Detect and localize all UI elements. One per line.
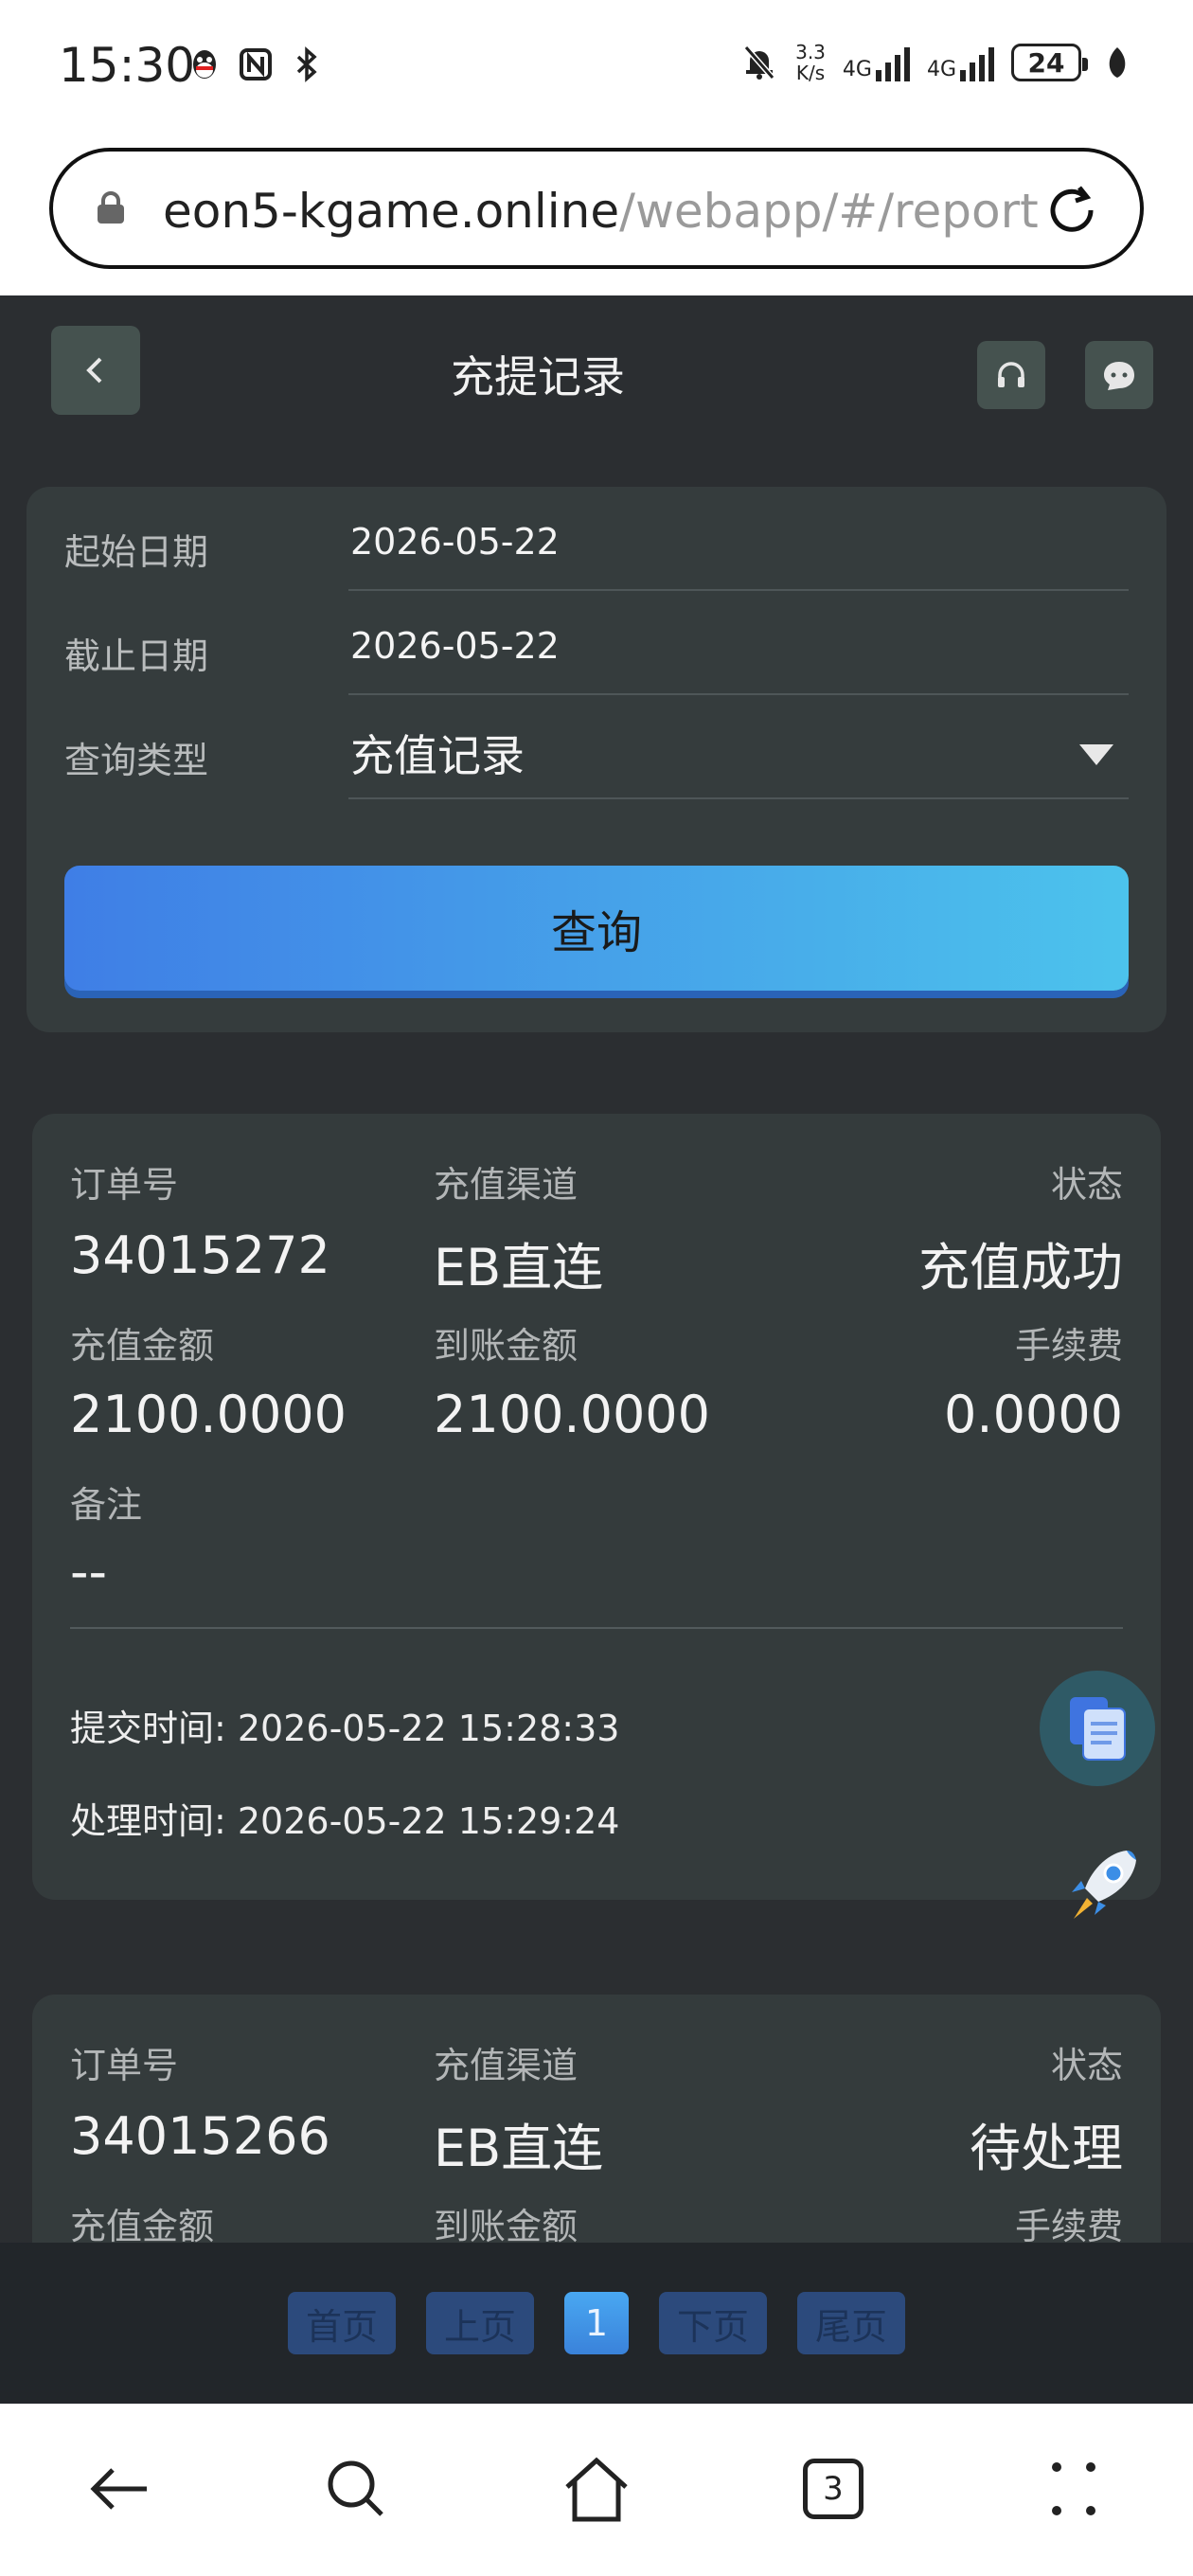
start-date-row: 起始日期 2026-05-22: [64, 487, 1129, 591]
url-host: eon5-kgame.online: [163, 184, 620, 239]
received-label: 到账金额: [434, 1325, 579, 1367]
status-time: 15:30: [59, 38, 196, 93]
url-text[interactable]: eon5-kgame.online/webapp/#/report: [163, 184, 1039, 239]
customer-service-button[interactable]: [977, 341, 1045, 409]
current-page[interactable]: 1: [564, 2292, 629, 2354]
channel-value: EB直连: [434, 1238, 604, 1297]
first-page-button[interactable]: 首页: [288, 2292, 396, 2354]
lock-icon: [98, 191, 124, 224]
rocket-button[interactable]: [1053, 1839, 1148, 1934]
bluetooth-icon: [288, 45, 326, 83]
net-speed: 3.3 K/s: [795, 42, 826, 83]
browser-bottom-nav: 3: [0, 2404, 1193, 2576]
order-number: 34015272: [70, 1225, 330, 1285]
mute-bell-icon: [740, 44, 778, 81]
query-button[interactable]: 查询: [64, 866, 1129, 991]
battery-icon: 24: [1011, 44, 1088, 81]
nfc-icon: [237, 45, 275, 83]
message-button[interactable]: [1085, 341, 1153, 409]
note-value: --: [70, 1542, 107, 1601]
record-card: 订单号 充值渠道 状态 34015272 EB直连 充值成功 充值金额 到账金额…: [32, 1114, 1161, 1900]
home-icon: [565, 2457, 628, 2522]
page-title: 充提记录: [451, 351, 625, 402]
home-nav-button[interactable]: [559, 2451, 634, 2527]
url-path: /webapp/#/report: [619, 184, 1039, 239]
copy-document-button[interactable]: [1040, 1671, 1155, 1786]
query-type-row: 查询类型 充值记录: [64, 695, 1129, 799]
app-content: 充提记录 起始日期 2026-05-22 截止日期 2026-05-22 查询类…: [0, 295, 1193, 2404]
channel-label: 充值渠道: [434, 2045, 579, 2086]
status-value: 充值成功: [918, 1238, 1123, 1297]
status-bar: 15:30 3.3 K/s 4G 4G 24: [0, 0, 1193, 137]
tabs-nav-button[interactable]: 3: [795, 2451, 871, 2527]
address-bar[interactable]: eon5-kgame.online/webapp/#/report: [49, 148, 1144, 269]
status-label: 状态: [1050, 1164, 1123, 1206]
document-icon: [1070, 1697, 1126, 1761]
status-left-icons: [186, 45, 326, 83]
top-nav: 充提记录: [0, 295, 1193, 447]
end-date-field[interactable]: 2026-05-22: [350, 625, 560, 667]
caret-down-icon[interactable]: [1079, 744, 1113, 765]
next-page-button[interactable]: 下页: [659, 2292, 767, 2354]
signal-bars-icon: [960, 44, 994, 81]
query-type-select[interactable]: 充值记录: [350, 722, 525, 784]
signal-2: 4G: [927, 44, 994, 81]
pagination: 首页 上页 1 下页 尾页: [0, 2243, 1193, 2404]
status-right-icons: 3.3 K/s 4G 4G 24: [740, 42, 1136, 83]
channel-value: EB直连: [434, 2119, 604, 2178]
net-speed-value: 3.3: [795, 41, 826, 63]
more-dots-icon: [1052, 2462, 1095, 2515]
process-time: 处理时间: 2026-05-22 15:29:24: [70, 1800, 620, 1842]
status-value: 待处理: [970, 2119, 1123, 2178]
submit-time: 提交时间: 2026-05-22 15:28:33: [70, 1708, 620, 1749]
arrow-left-icon: [90, 2468, 147, 2510]
tabs-icon: 3: [803, 2459, 864, 2519]
order-label: 订单号: [70, 2045, 179, 2086]
chat-icon: [1104, 362, 1134, 390]
amount-value: 2100.0000: [70, 1385, 347, 1444]
order-number: 34015266: [70, 2106, 330, 2166]
prev-page-button[interactable]: 上页: [426, 2292, 534, 2354]
signal-1-label: 4G: [842, 58, 872, 81]
menu-nav-button[interactable]: [1036, 2451, 1112, 2527]
start-date-label: 起始日期: [64, 531, 209, 573]
fee-label: 手续费: [1014, 1325, 1123, 1367]
amount-label: 充值金额: [70, 1325, 215, 1367]
search-icon: [328, 2460, 383, 2516]
start-date-field[interactable]: 2026-05-22: [350, 521, 560, 563]
fee-label: 手续费: [1014, 2206, 1123, 2247]
amount-label: 充值金额: [70, 2206, 215, 2247]
divider: [348, 797, 1129, 799]
channel-label: 充值渠道: [434, 1164, 579, 1206]
last-page-button[interactable]: 尾页: [797, 2292, 905, 2354]
rocket-icon: [1072, 1851, 1136, 1919]
tab-count: 3: [823, 2470, 844, 2508]
net-speed-unit: K/s: [795, 62, 826, 84]
query-form: 起始日期 2026-05-22 截止日期 2026-05-22 查询类型 充值记…: [27, 487, 1166, 1032]
search-nav-button[interactable]: [318, 2451, 394, 2527]
back-nav-button[interactable]: [81, 2451, 157, 2527]
status-label: 状态: [1050, 2045, 1123, 2086]
qq-icon: [186, 45, 223, 83]
note-label: 备注: [70, 1484, 143, 1526]
leaf-icon: [1098, 44, 1136, 81]
query-type-label: 查询类型: [64, 740, 209, 781]
signal-bars-icon: [875, 44, 910, 81]
end-date-label: 截止日期: [64, 635, 209, 677]
signal-2-label: 4G: [926, 58, 956, 81]
received-value: 2100.0000: [434, 1385, 711, 1444]
order-label: 订单号: [70, 1164, 179, 1206]
divider: [70, 1627, 1123, 1629]
end-date-row: 截止日期 2026-05-22: [64, 591, 1129, 695]
headphones-icon: [998, 362, 1024, 387]
signal-1: 4G: [843, 44, 910, 81]
received-label: 到账金额: [434, 2206, 579, 2247]
reload-icon[interactable]: [1042, 180, 1102, 241]
fee-value: 0.0000: [944, 1385, 1123, 1444]
